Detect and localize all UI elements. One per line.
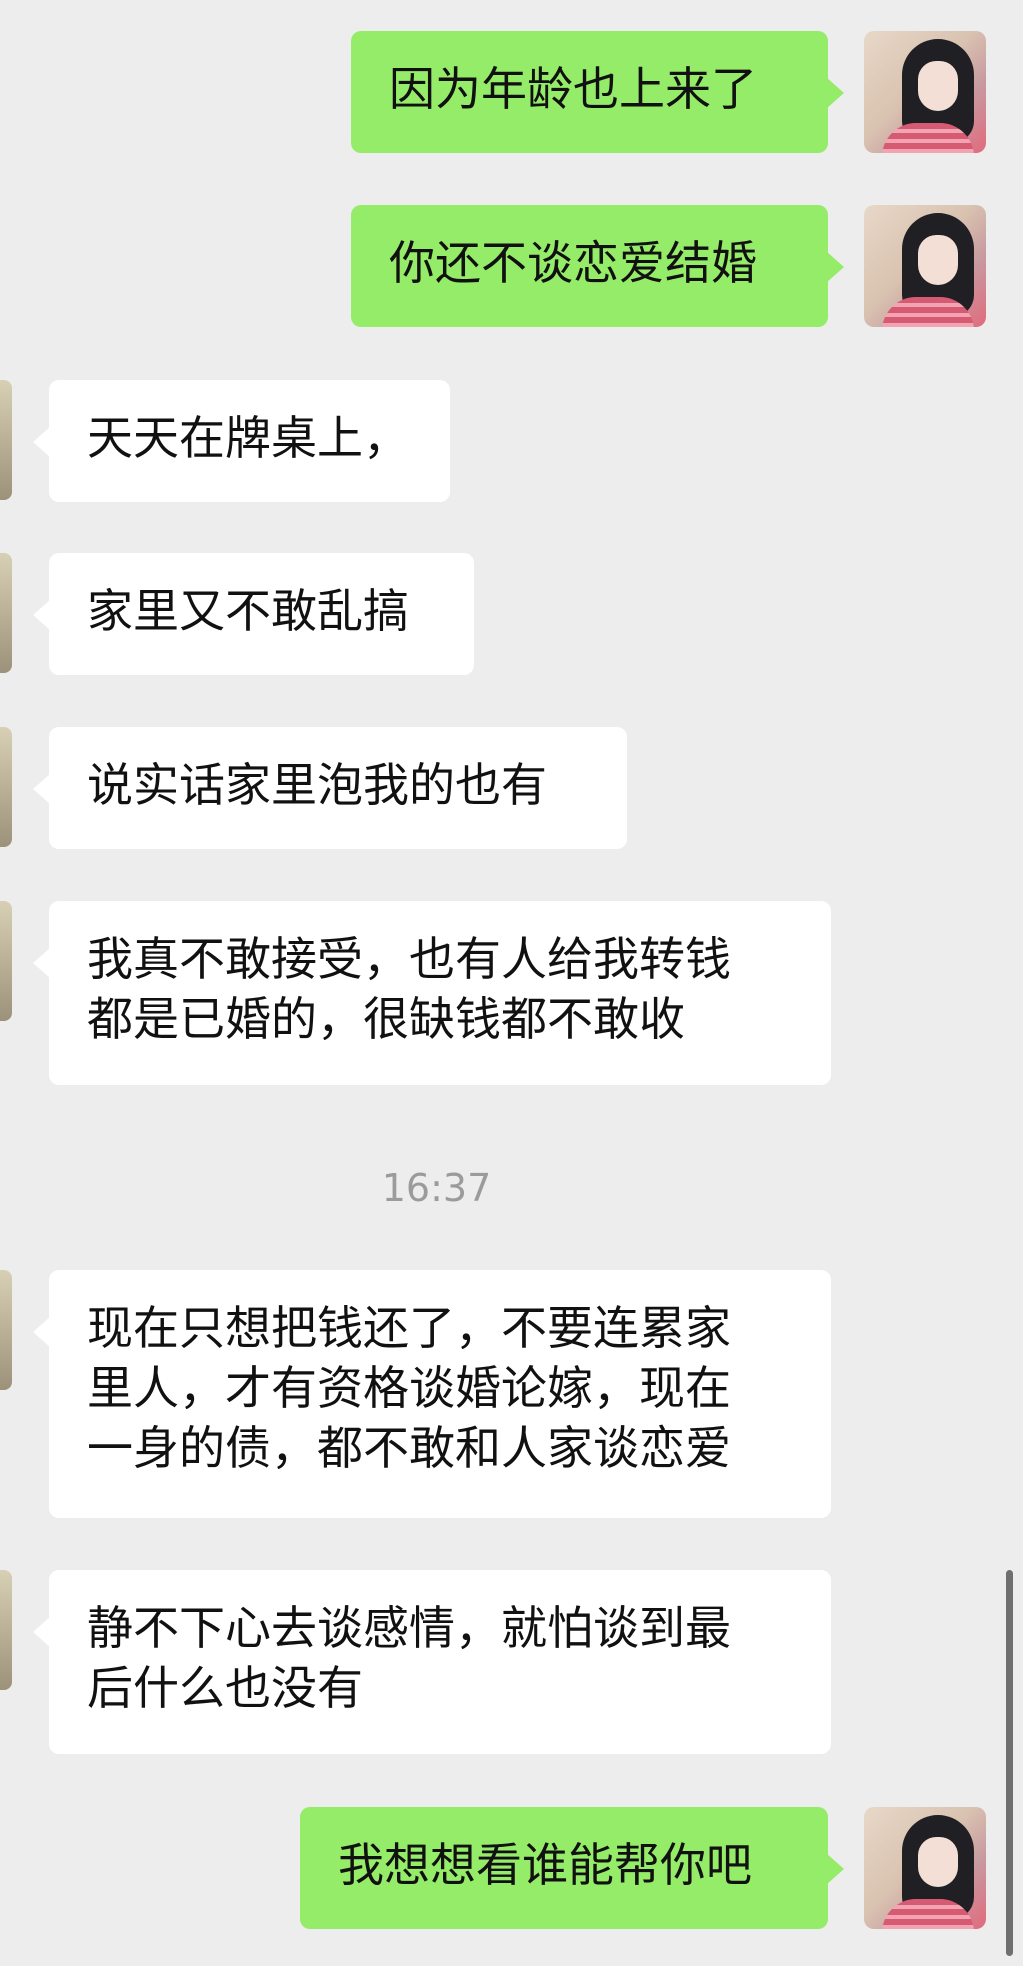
message-bubble-received[interactable]: 现在只想把钱还了，不要连累家 里人，才有资格谈婚论嫁，现在 一身的债，都不敢和人… bbox=[33, 1270, 831, 1518]
message-bubble-received[interactable]: 家里又不敢乱搞 bbox=[33, 553, 474, 675]
message-timestamp: 16:37 bbox=[381, 1166, 492, 1210]
message-row-received: 我真不敢接受，也有人给我转钱 都是已婚的，很缺钱都不敢收 bbox=[0, 901, 1023, 1087]
message-row-sent: 因为年龄也上来了 bbox=[0, 31, 1023, 155]
contact-avatar[interactable] bbox=[0, 727, 12, 847]
message-row-sent: 我想想看谁能帮你吧 bbox=[0, 1807, 1023, 1931]
chat-scrollbar[interactable] bbox=[1006, 1570, 1013, 1956]
chat-message-list[interactable]: 因为年龄也上来了 你还不谈恋爱结婚 天天在牌桌上， 家里又不敢乱搞 说实话家里泡… bbox=[0, 0, 1023, 1966]
message-bubble-received[interactable]: 天天在牌桌上， bbox=[33, 380, 450, 502]
message-row-received: 现在只想把钱还了，不要连累家 里人，才有资格谈婚论嫁，现在 一身的债，都不敢和人… bbox=[0, 1270, 1023, 1520]
message-row-received: 说实话家里泡我的也有 bbox=[0, 727, 1023, 851]
contact-avatar[interactable] bbox=[0, 380, 12, 500]
message-row-received: 家里又不敢乱搞 bbox=[0, 553, 1023, 677]
contact-avatar[interactable] bbox=[0, 1570, 12, 1690]
message-bubble-sent[interactable]: 因为年龄也上来了 bbox=[351, 31, 844, 153]
contact-avatar[interactable] bbox=[0, 553, 12, 673]
self-avatar[interactable] bbox=[864, 205, 986, 327]
message-bubble-received[interactable]: 我真不敢接受，也有人给我转钱 都是已婚的，很缺钱都不敢收 bbox=[33, 901, 831, 1085]
message-row-received: 天天在牌桌上， bbox=[0, 380, 1023, 504]
contact-avatar[interactable] bbox=[0, 901, 12, 1021]
contact-avatar[interactable] bbox=[0, 1270, 12, 1390]
message-bubble-sent[interactable]: 你还不谈恋爱结婚 bbox=[351, 205, 844, 327]
message-bubble-sent[interactable]: 我想想看谁能帮你吧 bbox=[300, 1807, 844, 1929]
message-row-sent: 你还不谈恋爱结婚 bbox=[0, 205, 1023, 329]
message-bubble-received[interactable]: 说实话家里泡我的也有 bbox=[33, 727, 627, 849]
message-row-received: 静不下心去谈感情，就怕谈到最 后什么也没有 bbox=[0, 1570, 1023, 1756]
message-bubble-received[interactable]: 静不下心去谈感情，就怕谈到最 后什么也没有 bbox=[33, 1570, 831, 1754]
self-avatar[interactable] bbox=[864, 31, 986, 153]
self-avatar[interactable] bbox=[864, 1807, 986, 1929]
